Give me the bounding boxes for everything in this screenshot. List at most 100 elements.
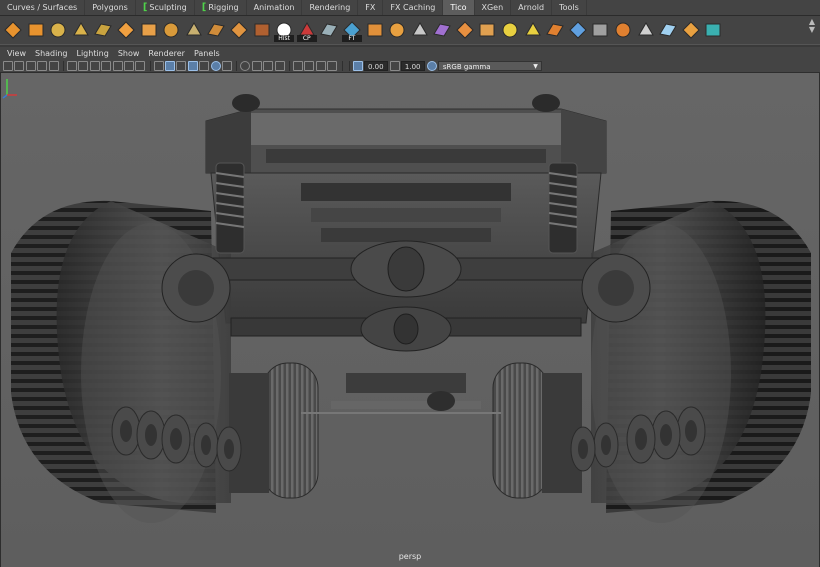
use-all-lights-icon[interactable] (210, 60, 221, 71)
poly-diamond-alt-icon[interactable] (26, 20, 46, 40)
camera-attributes-icon[interactable] (14, 60, 25, 71)
xray-components-icon[interactable] (327, 60, 338, 71)
shelf-scroll-arrows-icon[interactable]: ▲ ▼ (807, 18, 817, 42)
isolate-select-icon[interactable] (292, 60, 303, 71)
shelf-tab-xgen[interactable]: XGen (475, 0, 512, 15)
shelf-tab-label: FX (365, 3, 376, 12)
default-material-icon[interactable] (176, 60, 187, 71)
shelf-tab-rigging[interactable]: [Rigging (195, 0, 247, 15)
poly-dotgrid-icon[interactable] (545, 20, 565, 40)
anti-alias-icon[interactable] (263, 60, 274, 71)
panel-toolbar: 0.00 1.00 sRGB gamma ▼ (0, 59, 820, 73)
shade-wireframe-icon[interactable] (187, 60, 198, 71)
poly-block-icon[interactable] (252, 20, 272, 40)
shelf-tab-fx-caching[interactable]: FX Caching (383, 0, 444, 15)
panel-menu-show[interactable]: Show (118, 49, 140, 58)
textured-icon[interactable] (199, 60, 210, 71)
shelf-tab-label: XGen (481, 3, 504, 12)
panel-menu-panels[interactable]: Panels (194, 49, 220, 58)
poly-box-stack-icon[interactable] (161, 20, 181, 40)
shelf-tab-tools[interactable]: Tools (552, 0, 587, 15)
wireframe-icon[interactable] (153, 60, 164, 71)
resolution-gate-icon[interactable] (89, 60, 100, 71)
poly-bend-icon[interactable] (477, 20, 497, 40)
exposure-field[interactable]: 0.00 (363, 60, 388, 71)
shelf-tab-label: Curves / Surfaces (7, 3, 78, 12)
shelf-tab-label: Arnold (518, 3, 545, 12)
history-icon[interactable]: Hist (274, 20, 295, 42)
poly-plane-grid-icon[interactable] (48, 20, 68, 40)
safe-title-icon[interactable] (135, 60, 146, 71)
shelf-tab-arnold[interactable]: Arnold (511, 0, 553, 15)
render-preview-icon[interactable] (681, 20, 701, 40)
move-arrows-icon[interactable] (500, 20, 520, 40)
screen-space-ao-icon[interactable] (240, 60, 251, 71)
safe-action-icon[interactable] (123, 60, 134, 71)
shelf-tab-tico[interactable]: Tico (443, 0, 475, 15)
wire-cage-icon[interactable] (432, 20, 452, 40)
poly-plane-curve-icon[interactable] (93, 20, 113, 40)
shelf-tab-bracket-icon: [ (142, 2, 148, 13)
poly-plane-subdiv-icon[interactable] (71, 20, 91, 40)
gate-mask-icon[interactable] (101, 60, 112, 71)
viewport-3d[interactable]: persp (0, 73, 820, 567)
shadows-icon[interactable] (222, 60, 233, 71)
panel-menu-renderer[interactable]: Renderer (148, 49, 185, 58)
color-management-icon[interactable] (426, 60, 437, 71)
panel-menu-lighting[interactable]: Lighting (76, 49, 108, 58)
shelf-tab-label: Polygons (92, 3, 128, 12)
image-plane-icon[interactable] (37, 60, 48, 71)
poly-cube-icon[interactable] (116, 20, 136, 40)
view-axis-gizmo-icon (2, 79, 17, 99)
select-camera-icon[interactable] (3, 60, 13, 71)
motion-blur-icon[interactable] (251, 60, 262, 71)
shelf-tab-bracket-icon: [ (201, 2, 207, 13)
panel-menu-shading[interactable]: Shading (35, 49, 68, 58)
panel-menu-view[interactable]: View (7, 49, 26, 58)
shelf-tab-fx[interactable]: FX (358, 0, 384, 15)
twod-pan-icon[interactable] (48, 60, 59, 71)
color-space-dropdown[interactable]: sRGB gamma ▼ (437, 60, 542, 71)
gamma-field[interactable]: 1.00 (400, 60, 425, 71)
shelf-tab-curves-surfaces[interactable]: Curves / Surfaces (0, 0, 86, 15)
color-space-label: sRGB gamma (442, 62, 491, 71)
smooth-shade-icon[interactable] (165, 60, 176, 71)
shelf-tab-bar: Curves / Surfaces Polygons [Sculpting[Rigg… (0, 0, 820, 16)
poly-cylinder-icon[interactable] (229, 20, 249, 40)
xray-joints-icon[interactable] (315, 60, 326, 71)
shelf-tab-animation[interactable]: Animation (247, 0, 303, 15)
arnold-logo-icon[interactable] (703, 20, 723, 40)
poly-bevel-icon[interactable] (387, 20, 407, 40)
poly-grid-pattern-icon[interactable] (206, 20, 226, 40)
shelf-tab-label: FX Caching (390, 3, 436, 12)
film-gate-icon[interactable] (78, 60, 89, 71)
poly-flat-icon[interactable] (319, 20, 339, 40)
shelf-tab-label: Tools (559, 3, 579, 12)
select-cross-icon[interactable] (523, 20, 543, 40)
xray-icon[interactable] (304, 60, 315, 71)
shelf-tab-sculpting[interactable]: [Sculpting (136, 0, 195, 15)
skin-bind-icon[interactable] (613, 20, 633, 40)
poly-layers-icon[interactable] (365, 20, 385, 40)
shelf-tab-polygons[interactable]: Polygons (85, 0, 136, 15)
joint-tool-icon[interactable] (568, 20, 588, 40)
bookmark-icon[interactable] (25, 60, 36, 71)
poly-target-icon[interactable] (410, 20, 430, 40)
paint-tool-icon[interactable] (636, 20, 656, 40)
field-chart-icon[interactable] (112, 60, 123, 71)
poly-cut-icon[interactable] (455, 20, 475, 40)
panel-menu-bar: View Shading Lighting Show Renderer Panels (0, 47, 820, 59)
exposure-toggle-icon[interactable] (352, 60, 363, 71)
poly-cards-icon[interactable] (184, 20, 204, 40)
ik-handle-icon[interactable] (590, 20, 610, 40)
center-pivot-icon[interactable]: CP (296, 20, 317, 42)
poly-sphere-icon[interactable] (139, 20, 159, 40)
shelf-tab-rendering[interactable]: Rendering (302, 0, 359, 15)
freeze-transform-icon[interactable]: FT (341, 20, 362, 42)
gamma-toggle-icon[interactable] (389, 60, 400, 71)
grid-icon[interactable] (66, 60, 77, 71)
brush-tool-icon[interactable] (658, 20, 678, 40)
depth-of-field-icon[interactable] (274, 60, 285, 71)
shelf-tab-label: Animation (253, 3, 295, 12)
poly-diamond-icon[interactable] (3, 20, 23, 40)
